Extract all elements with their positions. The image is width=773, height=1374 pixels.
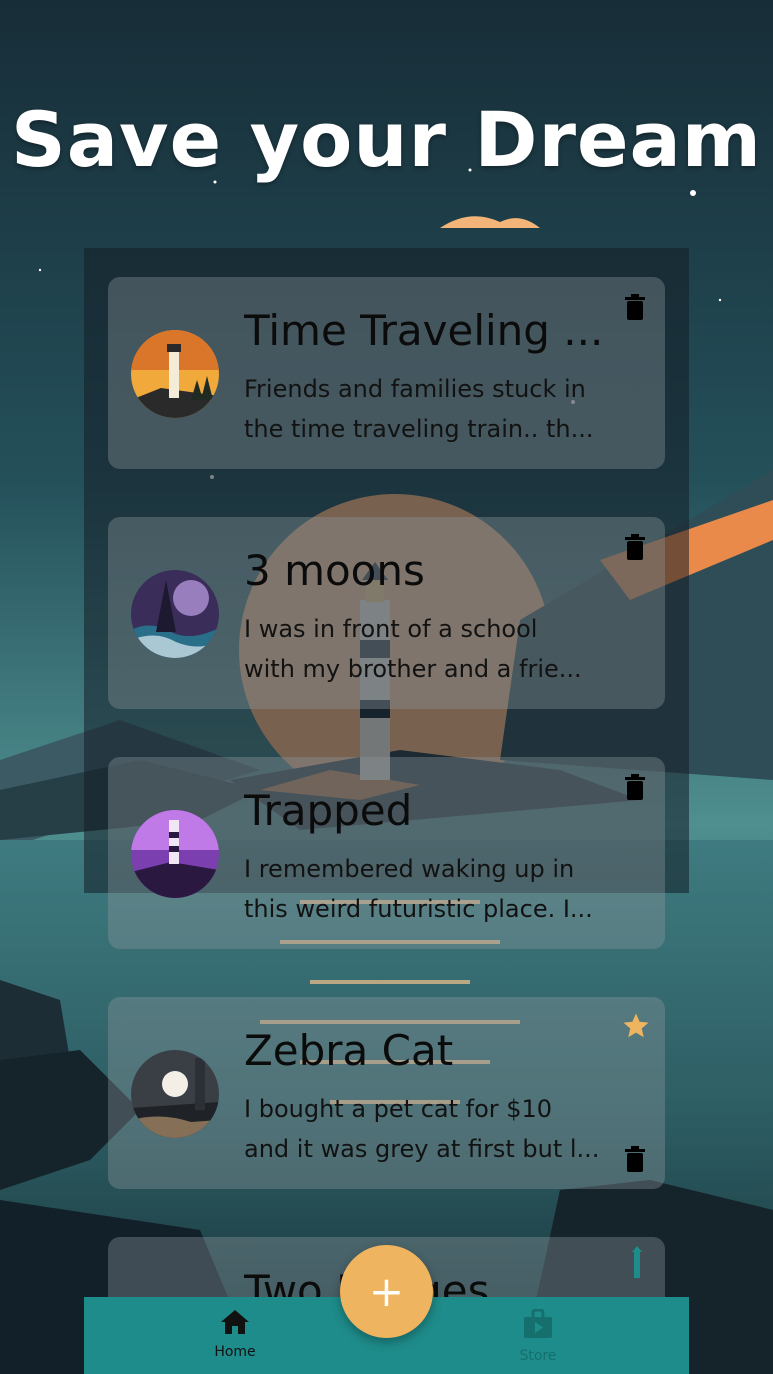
nav-label-home: Home	[214, 1344, 256, 1360]
delete-icon[interactable]	[623, 533, 647, 561]
delete-icon[interactable]	[623, 293, 647, 321]
dream-card[interactable]: Time Traveling ... Friends and families …	[108, 277, 665, 469]
dream-title: Zebra Cat	[244, 1026, 454, 1075]
dream-description: I was in front of a school with my broth…	[244, 615, 582, 683]
dream-title: 3 moons	[244, 546, 425, 595]
dream-thumbnail	[131, 810, 219, 898]
app-screen: Save your Dream Time Traveling ... Frien…	[0, 0, 773, 1374]
dream-thumbnail	[131, 1050, 219, 1138]
plus-icon: +	[368, 1266, 405, 1316]
home-icon	[221, 1310, 249, 1334]
nav-label-store: Store	[519, 1348, 557, 1364]
dream-title: Trapped	[244, 786, 413, 835]
dream-title: Time Traveling ...	[244, 306, 604, 355]
dream-card[interactable]: Trapped I remembered waking up in this w…	[108, 757, 665, 949]
dream-thumbnail	[131, 330, 219, 418]
page-title: Save your Dream	[11, 95, 762, 184]
add-dream-button[interactable]: +	[340, 1245, 433, 1338]
dream-card[interactable]: Zebra Cat I bought a pet cat for $10 and…	[108, 997, 665, 1189]
nav-item-store[interactable]: Store	[468, 1308, 608, 1365]
nav-item-home[interactable]: Home	[165, 1309, 305, 1361]
dream-thumbnail	[131, 570, 219, 658]
dream-description: Friends and families stuck in the time t…	[244, 375, 594, 443]
delete-icon[interactable]	[623, 1145, 647, 1173]
dream-card[interactable]: 3 moons I was in front of a school with …	[108, 517, 665, 709]
delete-icon[interactable]	[623, 773, 647, 801]
dream-description: I remembered waking up in this weird fut…	[244, 855, 593, 923]
store-icon	[524, 1308, 552, 1338]
lighthouse-icon	[625, 1246, 649, 1278]
star-icon[interactable]	[621, 1011, 651, 1041]
dream-description: I bought a pet cat for $10 and it was gr…	[244, 1095, 600, 1163]
